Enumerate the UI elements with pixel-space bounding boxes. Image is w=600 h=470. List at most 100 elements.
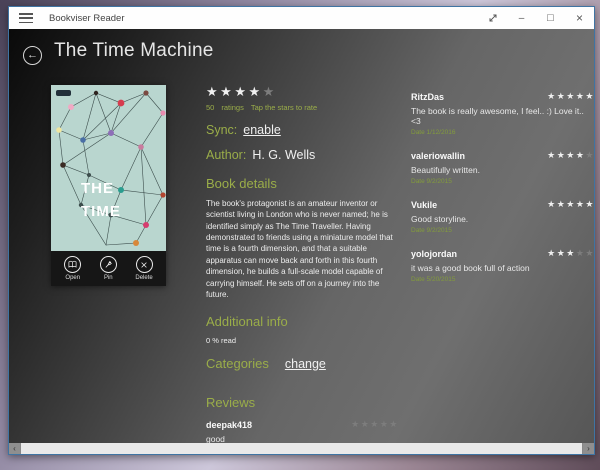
read-progress: 0 % read [206, 336, 237, 346]
review-item: Vukile ★★★★★ Good storyline. Date 9/2/2015 [411, 199, 594, 234]
book-description: The book's protagonist is an amateur inv… [206, 199, 393, 299]
ratings-summary: 50 ratings Tap the stars to rate [206, 103, 399, 112]
book-rating-stars[interactable]: ★★★★★ [206, 84, 399, 100]
open-button-label: Open [65, 275, 81, 281]
review-author: deepak418 [206, 419, 253, 430]
review-item: valeriowallin ★★★★★ Beautifully written. Da… [411, 150, 594, 185]
network-pattern [56, 90, 166, 246]
categories-row: Categories change [206, 355, 399, 373]
review-date: Date 5/20/2015 [411, 276, 456, 283]
reviews-list-left: deepak418★★★★★goodDate 3/4/2016LuisxMx★★… [206, 419, 399, 443]
review-item: yolojordan ★★★★★ it was a good book full o… [411, 248, 594, 283]
ratings-word: ratings [221, 103, 244, 112]
horizontal-scrollbar: ‹ › [9, 443, 594, 454]
review-item: RitzDas ★★★★★ The book is really awesome, … [411, 91, 594, 136]
star-filled-icon: ★ [556, 199, 567, 209]
star-filled-icon: ★ [566, 150, 576, 160]
delete-button[interactable]: Delete [135, 256, 153, 281]
review-header: yolojordan ★★★★★ [411, 248, 594, 259]
open-button[interactable]: Open [64, 256, 82, 281]
review-stars: ★★★★★ [547, 199, 594, 210]
review-stars: ★★★★★ [351, 419, 399, 430]
star-empty-icon: ★ [379, 419, 390, 430]
book-cover: THE TIME Open Pin Delete [51, 85, 166, 286]
categories-heading: Categories [206, 356, 269, 372]
review-author: RitzDas [411, 91, 445, 102]
sync-label: Sync: [206, 123, 238, 137]
star-filled-icon: ★ [547, 199, 557, 209]
star-empty-icon: ★ [351, 419, 361, 430]
tap-to-rate-hint: Tap the stars to rate [250, 103, 318, 112]
pin-icon [99, 256, 117, 273]
star-filled-icon: ★ [566, 91, 576, 101]
book-info-column: ★★★★★ 50 ratings Tap the stars to rate Syn… [206, 84, 399, 443]
star-empty-icon: ★ [585, 248, 594, 258]
delete-x-icon [135, 256, 153, 273]
scroll-right-arrow-icon[interactable]: › [583, 443, 594, 454]
star-filled-icon: ★ [585, 91, 594, 101]
pin-button-label: Pin [103, 275, 113, 281]
star-filled-icon: ★ [566, 248, 576, 258]
author-name: H. G. Wells [252, 148, 316, 162]
star-filled-icon: ★ [575, 150, 586, 160]
reviews-heading: Reviews [206, 395, 256, 411]
publisher-logo [56, 90, 71, 96]
reviews-column-right: RitzDas ★★★★★ The book is really awesome, … [411, 82, 594, 297]
review-item: deepak418★★★★★goodDate 3/4/2016 [206, 419, 399, 443]
review-header: deepak418 ★★★★★ [206, 419, 399, 430]
cover-title-line1: THE [81, 180, 114, 197]
hamburger-menu-icon[interactable] [19, 13, 33, 23]
back-button[interactable]: ← [23, 46, 42, 65]
author-row: Author: H. G. Wells [206, 148, 399, 162]
window-controls: – □ × [478, 7, 594, 29]
star-empty-icon: ★ [370, 419, 380, 430]
star-filled-icon: ★ [547, 150, 557, 160]
content-area: ← The Time Machine THE TIME Open Pin Del… [9, 29, 594, 443]
star-filled-icon: ★ [547, 248, 557, 258]
star-filled-icon: ★ [248, 84, 263, 99]
review-date: Date 9/2/2015 [411, 227, 452, 234]
review-text: good [206, 434, 225, 443]
sync-row: Sync: enable [206, 123, 399, 137]
review-stars: ★★★★★ [547, 150, 594, 161]
star-filled-icon: ★ [575, 91, 586, 101]
reviews-list-right: RitzDas ★★★★★ The book is really awesome, … [411, 91, 594, 283]
star-filled-icon: ★ [566, 199, 576, 209]
sync-enable-link[interactable]: enable [243, 123, 281, 137]
scroll-left-arrow-icon[interactable]: ‹ [9, 443, 20, 454]
app-window: Bookviser Reader – □ × ← The Time Machin… [8, 6, 595, 455]
categories-change-link[interactable]: change [285, 357, 326, 371]
author-label: Author: [206, 148, 247, 162]
review-stars: ★★★★★ [547, 248, 594, 259]
cover-title: THE TIME [81, 177, 121, 224]
review-text: Beautifully written. [411, 165, 480, 175]
scrollbar-thumb[interactable] [20, 443, 583, 454]
star-filled-icon: ★ [547, 91, 557, 101]
star-filled-icon: ★ [556, 248, 567, 258]
close-button[interactable]: × [565, 7, 594, 29]
cover-title-line2: TIME [81, 203, 121, 221]
review-date: Date 1/12/2016 [411, 129, 456, 136]
minimize-button[interactable]: – [507, 7, 536, 29]
star-filled-icon: ★ [556, 150, 567, 160]
review-date: Date 9/2/2015 [411, 178, 452, 185]
fullscreen-toggle-icon[interactable] [478, 7, 507, 29]
star-filled-icon: ★ [585, 199, 594, 209]
review-author: Vukile [411, 199, 438, 210]
star-empty-icon: ★ [585, 150, 594, 160]
star-filled-icon: ★ [575, 199, 586, 209]
ratings-count: 50 [206, 103, 215, 112]
star-filled-icon: ★ [556, 91, 567, 101]
star-empty-icon: ★ [575, 248, 586, 258]
star-filled-icon: ★ [206, 84, 221, 99]
star-filled-icon: ★ [220, 84, 235, 99]
maximize-button[interactable]: □ [536, 7, 565, 29]
additional-info-heading: Additional info [206, 314, 288, 330]
app-title: Bookviser Reader [49, 12, 125, 24]
review-header: valeriowallin ★★★★★ [411, 150, 594, 161]
review-header: RitzDas ★★★★★ [411, 91, 594, 102]
open-book-icon [64, 256, 82, 273]
pin-button[interactable]: Pin [99, 256, 117, 281]
delete-button-label: Delete [135, 275, 153, 281]
star-empty-icon: ★ [360, 419, 371, 430]
